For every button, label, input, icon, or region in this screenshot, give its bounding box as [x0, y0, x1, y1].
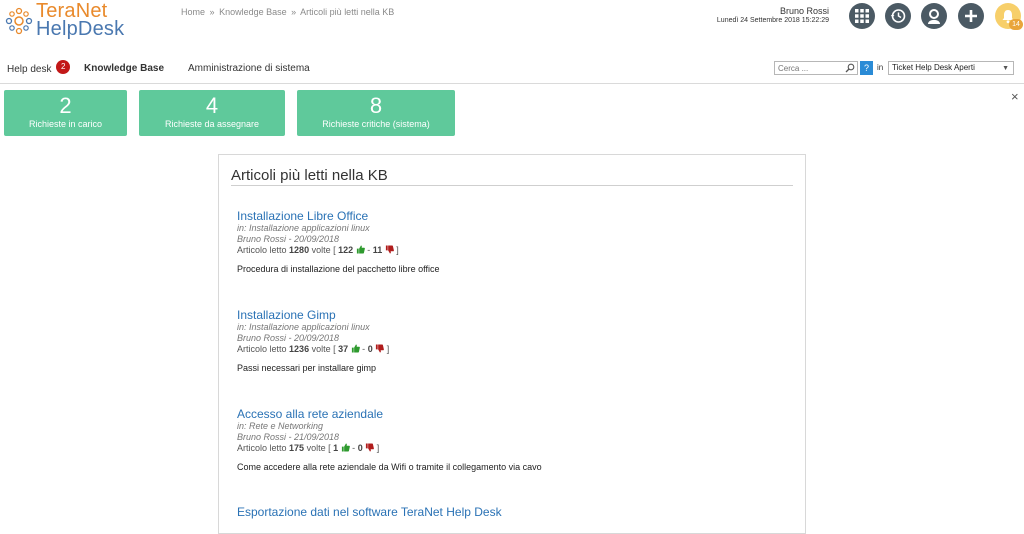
tile-richieste-in-carico[interactable]: 2 Richieste in carico [4, 90, 127, 136]
top-bar: TeraNet HelpDesk Home » Knowledge Base »… [0, 0, 1024, 48]
user-info: Bruno Rossi Lunedì 24 Settembre 2018 15:… [717, 6, 829, 26]
article-title-link[interactable]: Installazione Gimp [237, 308, 777, 322]
breadcrumb-separator: » [209, 7, 215, 17]
chevron-down-icon: ▼ [1002, 65, 1009, 72]
add-icon [965, 10, 977, 22]
thumbs-down-icon[interactable] [365, 443, 375, 452]
like-count: 1 [333, 443, 339, 453]
thumbs-up-icon[interactable] [356, 245, 365, 254]
add-button[interactable] [958, 3, 984, 29]
like-count: 122 [338, 245, 354, 255]
breadcrumb: Home » Knowledge Base » Articoli più let… [181, 7, 394, 17]
tile-number: 4 [205, 93, 219, 118]
user-name: Bruno Rossi [779, 6, 829, 16]
close-icon[interactable]: × [1011, 89, 1019, 104]
article-author-date: Bruno Rossi - 21/09/2018 [237, 432, 340, 442]
notifications-count-badge: 14 [1009, 19, 1023, 30]
article-read-stats: Articolo letto 1280 volte [ 122 - 11 ] [237, 245, 399, 255]
apps-grid-button[interactable] [849, 3, 875, 29]
article-category: in: Rete e Networking [237, 421, 324, 431]
nav-item-admin-label: Amministrazione di sistema [188, 63, 310, 74]
like-count: 37 [338, 344, 349, 354]
read-count: 1236 [289, 344, 310, 354]
tile-richieste-critiche[interactable]: 8 Richieste critiche (sistema) [297, 90, 455, 136]
thumbs-up-icon[interactable] [351, 344, 360, 353]
read-count: 175 [289, 443, 305, 453]
search-scope-label: in [877, 63, 884, 72]
article-description: Come accedere alla rete aziendale da Wif… [237, 462, 542, 472]
user-profile-icon [928, 9, 940, 24]
search-help-button[interactable]: ? [860, 61, 873, 75]
title-divider [231, 185, 793, 186]
article-title-link[interactable]: Accesso alla rete aziendale [237, 407, 777, 421]
history-button[interactable] [885, 3, 911, 29]
dislike-count: 11 [372, 245, 383, 255]
thumbs-down-icon[interactable] [385, 245, 394, 254]
nav-item-helpdesk[interactable]: Help desk 2 [7, 60, 71, 77]
tile-label: Richieste critiche (sistema) [322, 119, 430, 129]
tile-richieste-da-assegnare[interactable]: 4 Richieste da assegnare [139, 90, 285, 136]
article-read-stats: Articolo letto 175 volte [ 1 - 0 ] [237, 443, 380, 453]
breadcrumb-separator: » [291, 7, 297, 17]
nav-item-helpdesk-label: Help desk [7, 64, 52, 75]
logo-text-helpdesk: HelpDesk [36, 18, 125, 40]
article-description: Passi necessari per installare gimp [237, 363, 377, 373]
breadcrumb-home[interactable]: Home [181, 7, 205, 17]
nav-item-admin[interactable]: Amministrazione di sistema [188, 63, 310, 74]
article-category: in: Installazione applicazioni linux [237, 322, 370, 332]
article-read-stats: Articolo letto 1236 volte [ 37 - 0 ] [237, 344, 390, 354]
helpdesk-count-badge: 2 [56, 60, 71, 74]
thumbs-up-icon[interactable] [341, 443, 350, 452]
thumbs-down-icon[interactable] [375, 344, 385, 353]
article-title-link[interactable]: Esportazione dati nel software TeraNet H… [237, 505, 777, 519]
tile-number: 2 [59, 93, 72, 118]
search-scope-select[interactable]: Ticket Help Desk Aperti ▼ [888, 61, 1014, 75]
search-icon[interactable] [845, 63, 855, 73]
dislike-count: 0 [367, 344, 373, 354]
article-author-date: Bruno Rossi - 20/09/2018 [237, 333, 340, 343]
most-read-articles-panel: Articoli più letti nella KB Installazion… [218, 154, 806, 534]
logo-mark-icon [5, 7, 33, 35]
history-icon [890, 9, 906, 23]
user-profile-button[interactable] [921, 3, 947, 29]
breadcrumb-current: Articoli più letti nella KB [300, 7, 395, 17]
article-item: Installazione Libre Office in: Installaz… [237, 209, 777, 274]
article-item: Installazione Gimp in: Installazione app… [237, 308, 777, 373]
search-scope-value: Ticket Help Desk Aperti [892, 63, 975, 72]
current-datetime: Lunedì 24 Settembre 2018 15:22:29 [716, 17, 829, 24]
nav-item-knowledge-base[interactable]: Knowledge Base [84, 63, 164, 74]
logo[interactable]: TeraNet HelpDesk [4, 1, 144, 42]
article-author-date: Bruno Rossi - 20/09/2018 [237, 234, 340, 244]
tile-label: Richieste da assegnare [164, 119, 260, 129]
article-item: Esportazione dati nel software TeraNet H… [237, 505, 777, 519]
read-count: 1280 [289, 245, 310, 255]
nav-item-knowledge-base-label: Knowledge Base [84, 63, 165, 74]
article-description: Procedura di installazione del pacchetto… [237, 264, 440, 274]
main-nav: Help desk 2 Knowledge Base Amministrazio… [0, 58, 1024, 84]
article-item: Accesso alla rete aziendale in: Rete e N… [237, 407, 777, 472]
breadcrumb-knowledge-base[interactable]: Knowledge Base [219, 7, 287, 17]
tile-label: Richieste in carico [28, 119, 103, 129]
dislike-count: 0 [357, 443, 363, 453]
article-category: in: Installazione applicazioni linux [237, 223, 370, 233]
tile-number: 8 [369, 93, 383, 118]
apps-grid-icon [855, 9, 869, 23]
article-title-link[interactable]: Installazione Libre Office [237, 209, 777, 223]
panel-title: Articoli più letti nella KB [231, 167, 388, 184]
